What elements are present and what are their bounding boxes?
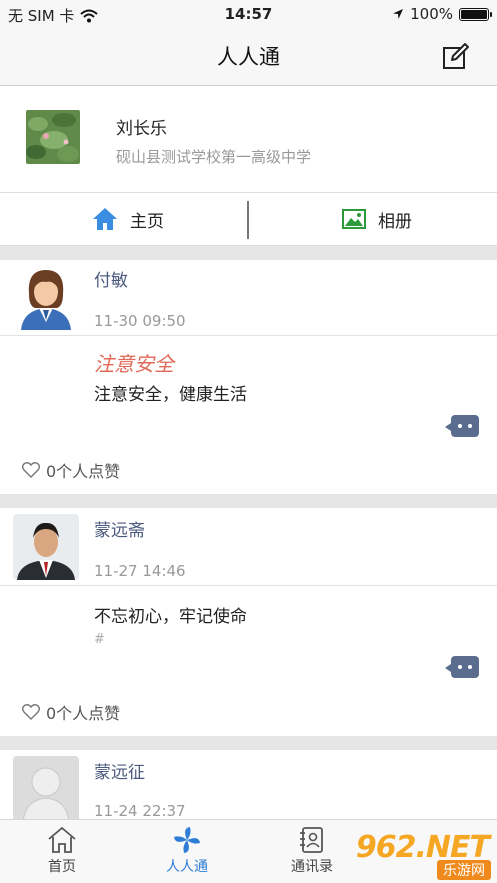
comment-dot [468, 424, 472, 428]
avatar[interactable] [13, 264, 79, 330]
page-title: 人人通 [217, 45, 280, 69]
comment-dot [458, 665, 462, 669]
tab-album-label: 相册 [378, 211, 412, 232]
tabbar-home[interactable]: 首页 [12, 820, 112, 883]
contacts-book-icon [300, 827, 323, 853]
heart-icon [22, 704, 40, 720]
profile-photo[interactable] [26, 110, 80, 164]
tab-divider [247, 201, 249, 239]
post-time: 11-27 14:46 [94, 562, 186, 580]
post-author[interactable]: 蒙远斋 [94, 516, 145, 541]
post-author[interactable]: 蒙远征 [94, 758, 145, 783]
post-text: 注意安全，健康生活 [94, 385, 247, 405]
divider [0, 585, 497, 586]
post-text: 不忘初心，牢记使命 [94, 607, 247, 627]
pinwheel-icon [174, 827, 200, 853]
nav-bar: 人人通 [0, 28, 497, 86]
post-card: 蒙远征 11-24 22:37 [0, 750, 497, 822]
avatar[interactable] [13, 514, 79, 580]
location-arrow-icon [393, 9, 404, 19]
section-gap [0, 494, 497, 508]
watermark-logo: 962.NET 乐游网 [353, 828, 493, 880]
profile-school: 砚山县测试学校第一高级中学 [116, 148, 312, 166]
tabbar-renrentong-label: 人人通 [166, 859, 208, 875]
home-icon [93, 208, 117, 230]
post-card: 付敏 11-30 09:50 注意安全 注意安全，健康生活 0个人点赞 [0, 260, 497, 494]
picture-icon [342, 209, 366, 229]
tabbar-contacts[interactable]: 通讯录 [262, 820, 362, 883]
comment-dot [468, 665, 472, 669]
post-time: 11-30 09:50 [94, 312, 186, 330]
divider [0, 335, 497, 336]
comment-button[interactable] [445, 415, 479, 437]
profile-tabs: 主页 相册 [0, 192, 497, 246]
battery-icon [459, 7, 492, 21]
section-gap [0, 736, 497, 750]
like-count: 0个人点赞 [46, 704, 121, 723]
profile-name: 刘长乐 [116, 119, 167, 139]
like-row[interactable]: 0个人点赞 [22, 700, 120, 724]
tabbar-contacts-label: 通讯录 [291, 859, 333, 875]
status-right: 100% [392, 5, 492, 23]
avatar[interactable] [13, 756, 79, 822]
heart-icon [22, 462, 40, 478]
home-outline-icon [48, 826, 76, 853]
post-time: 11-24 22:37 [94, 802, 186, 820]
tab-home-label: 主页 [130, 211, 164, 232]
post-author[interactable]: 付敏 [94, 266, 128, 291]
post-card: 蒙远斋 11-27 14:46 不忘初心，牢记使命 # 0个人点赞 [0, 508, 497, 736]
watermark-caption: 乐游网 [437, 860, 491, 880]
tabbar-home-label: 首页 [48, 859, 76, 875]
battery-fill [461, 9, 487, 19]
tab-home[interactable]: 主页 [92, 193, 164, 245]
compose-icon[interactable] [441, 42, 471, 72]
comment-button[interactable] [445, 656, 479, 678]
post-tag: # [94, 632, 105, 647]
like-count: 0个人点赞 [46, 462, 121, 481]
profile-card[interactable]: 刘长乐 砚山县测试学校第一高级中学 [0, 86, 497, 192]
status-bar: 无 SIM 卡 14:57 100% [0, 0, 497, 28]
tab-album[interactable]: 相册 [342, 193, 412, 245]
post-title: 注意安全 [94, 352, 174, 376]
like-row[interactable]: 0个人点赞 [22, 458, 120, 482]
tabbar-renrentong[interactable]: 人人通 [137, 820, 237, 883]
battery-percent: 100% [410, 5, 453, 23]
comment-dot [458, 424, 462, 428]
section-gap [0, 246, 497, 260]
